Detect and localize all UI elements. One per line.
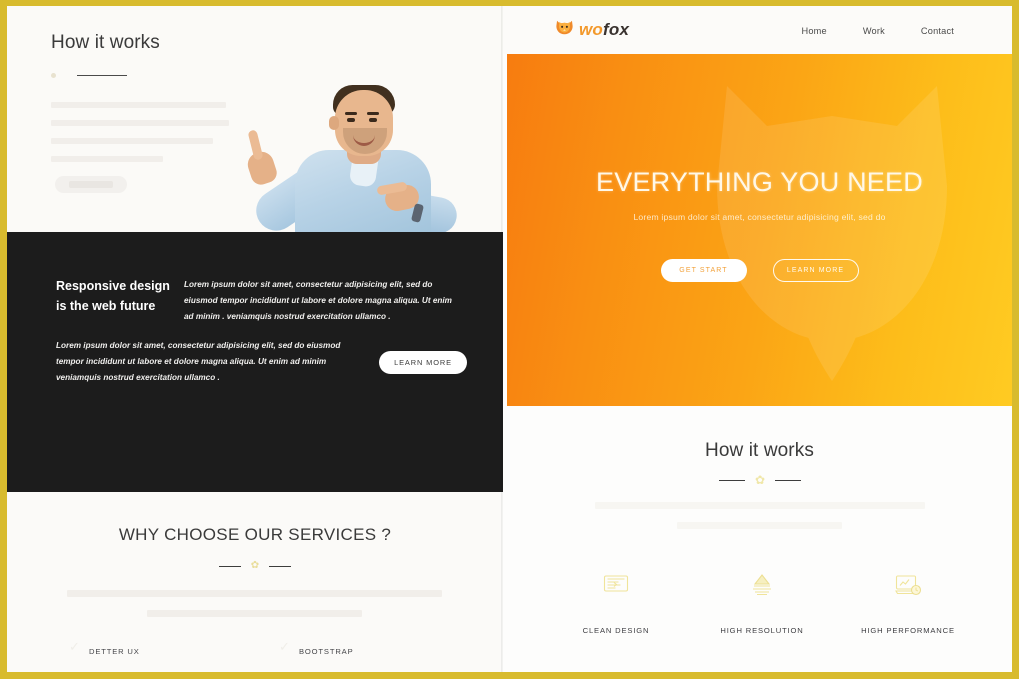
flower-divider-icon: ✿ [754, 473, 766, 487]
divider-line-left [219, 566, 241, 567]
button-label-placeholder [69, 181, 113, 188]
check-icon: ✓ [279, 639, 290, 654]
laptop-chart-icon [833, 566, 983, 604]
placeholder-text-line [595, 502, 925, 509]
check-icon: ✓ [69, 639, 80, 654]
learn-more-button[interactable]: LEARN MORE [772, 259, 859, 282]
divider-line-right [775, 480, 801, 481]
left-how-it-works-title: How it works [51, 32, 160, 53]
placeholder-text-line [51, 156, 163, 162]
pyramid-layers-icon [687, 566, 837, 604]
right-how-it-works-divider: ✿ [719, 474, 801, 486]
feature-label-0: CLEAN DESIGN [582, 626, 650, 635]
flower-divider-icon: ✿ [250, 560, 260, 571]
site-nav-links: Home Work Contact [802, 26, 954, 36]
logo-text-part-2: fox [603, 20, 630, 39]
left-preview-panel: How it works Responsive design is the we… [7, 6, 503, 672]
man-pointing-photo [243, 68, 467, 232]
hero-subtitle: Lorem ipsum dolor sit amet, consectetur … [633, 212, 886, 222]
left-divider [51, 71, 129, 79]
why-choose-title: WHY CHOOSE OUR SERVICES ? [118, 525, 392, 544]
placeholder-text-line [51, 102, 226, 108]
page-canvas: How it works Responsive design is the we… [7, 6, 1012, 672]
hero-button-group: GET START LEARN MORE [507, 259, 1012, 282]
feature-clean-design[interactable]: CLEAN DESIGN [541, 566, 691, 635]
get-start-button[interactable]: GET START [660, 259, 747, 282]
left-how-it-works-button[interactable] [55, 176, 127, 193]
monitor-design-icon [541, 566, 691, 604]
hero-section: EVERYTHING YOU NEED Lorem ipsum dolor si… [507, 54, 1012, 406]
nav-link-home[interactable]: Home [802, 26, 827, 36]
site-logo-text: wofox [579, 20, 629, 40]
placeholder-text-line [67, 590, 442, 597]
site-logo[interactable]: wofox [555, 19, 629, 41]
page-frame: How it works Responsive design is the we… [0, 0, 1019, 679]
placeholder-text-line [147, 610, 362, 617]
nav-link-work[interactable]: Work [863, 26, 885, 36]
divider-line-right [269, 566, 291, 567]
feature-high-performance[interactable]: HIGH PERFORMANCE [833, 566, 983, 635]
feature-label-2: HIGH PERFORMANCE [861, 626, 955, 635]
right-how-it-works-section: How it works ✿ CLEAN DESIGN HIGH RESOLUT… [507, 406, 1012, 672]
left-how-it-works-section: How it works [7, 6, 503, 232]
why-choose-label-0: DETTER UX [89, 647, 140, 656]
why-choose-label-1: BOOTSTRAP [299, 647, 354, 656]
right-preview-panel: wofox Home Work Contact EVERYTHING YOU N… [503, 6, 1012, 672]
site-navbar: wofox Home Work Contact [503, 6, 1012, 54]
responsive-design-paragraph-1: Lorem ipsum dolor sit amet, consectetur … [184, 280, 452, 322]
divider-line-left [719, 480, 745, 481]
divider-line [77, 75, 127, 76]
fox-watermark-icon [682, 66, 982, 396]
dot-divider-icon [51, 73, 56, 78]
hero-headline: EVERYTHING YOU NEED [596, 167, 923, 197]
responsive-design-section: Responsive design is the web future Lore… [7, 232, 503, 492]
responsive-design-heading: Responsive design is the web future [56, 279, 170, 313]
why-choose-divider: ✿ [219, 561, 291, 571]
fox-head-icon [555, 19, 574, 41]
placeholder-text-line [677, 522, 842, 529]
feature-high-resolution[interactable]: HIGH RESOLUTION [687, 566, 837, 635]
right-how-it-works-title: How it works [705, 440, 814, 461]
learn-more-button[interactable]: LEARN MORE [379, 351, 467, 374]
placeholder-text-line [51, 138, 213, 144]
feature-label-1: HIGH RESOLUTION [720, 626, 804, 635]
nav-link-contact[interactable]: Contact [921, 26, 954, 36]
why-choose-section: WHY CHOOSE OUR SERVICES ? ✿ www.template… [7, 492, 503, 672]
placeholder-text-line [51, 120, 229, 126]
responsive-design-paragraph-2: Lorem ipsum dolor sit amet, consectetur … [56, 341, 341, 383]
logo-text-part-1: wo [579, 20, 604, 39]
